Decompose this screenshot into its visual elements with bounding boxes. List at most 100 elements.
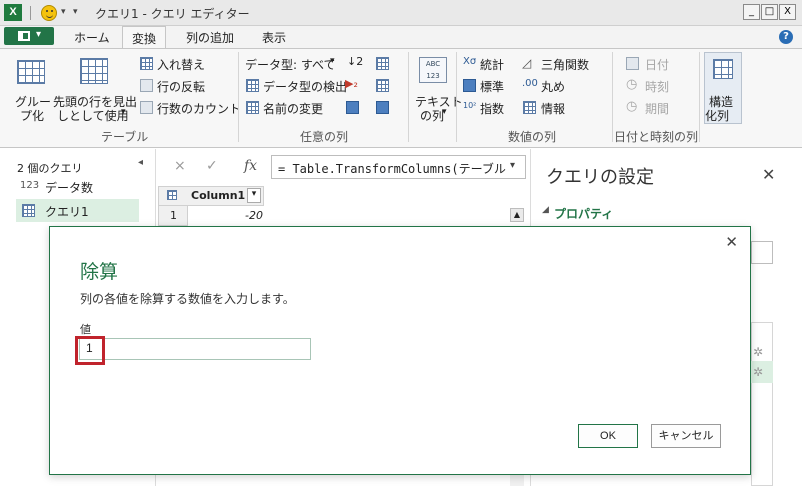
column-header[interactable]: Column1 <box>191 189 245 202</box>
dialog-description: 列の各値を除算する数値を入力します。 <box>80 292 295 306</box>
expand-triangle-icon: ◢ <box>542 205 549 215</box>
reverse-rows-button[interactable]: 行の反転 <box>157 78 205 95</box>
pivot-icon[interactable] <box>346 101 359 114</box>
close-window-button[interactable]: X <box>779 4 796 20</box>
clock-icon: ◷ <box>626 77 638 92</box>
toolbar-separator <box>30 6 31 20</box>
data-type-dropdown[interactable]: データ型: すべて <box>245 56 336 73</box>
row-number-cell: 1 <box>158 206 188 226</box>
time-button[interactable]: 時刻 <box>645 78 669 95</box>
unpivot-icon[interactable] <box>376 57 389 70</box>
title-bar: X ▾ ▾ クエリ1 - クエリ エディター _ □ X <box>0 0 802 26</box>
row-number: 1 <box>170 209 177 222</box>
fill-icon[interactable]: ▶₂ <box>345 77 358 90</box>
value-input[interactable]: 1 <box>79 338 311 360</box>
query-count: 2 個のクエリ <box>17 162 83 175</box>
accept-formula-icon[interactable]: ✓ <box>206 158 218 174</box>
cell-value[interactable]: -20 <box>245 209 263 222</box>
standard-icon <box>463 79 476 92</box>
file-tab[interactable]: ▾ <box>4 27 54 45</box>
ribbon-divider <box>408 52 409 142</box>
cancel-formula-icon[interactable]: × <box>174 158 186 174</box>
ribbon-divider <box>456 52 457 142</box>
query-item-data-count[interactable]: データ数 <box>45 179 93 196</box>
rename-button[interactable]: 名前の変更 <box>263 100 323 117</box>
query-item-query1[interactable]: クエリ1 <box>45 203 89 220</box>
replace-values-icon[interactable]: ↓2 <box>347 55 363 68</box>
tab-home[interactable]: ホーム <box>74 29 110 46</box>
table-icon <box>22 204 35 217</box>
tab-add-column[interactable]: 列の追加 <box>186 29 234 46</box>
standard-button[interactable]: 標準 <box>480 78 504 95</box>
use-first-row-label-2: しとして使用 <box>57 109 129 123</box>
information-icon <box>523 101 536 114</box>
count-rows-button[interactable]: 行数のカウント <box>157 100 241 117</box>
statistics-icon: Xσ <box>463 56 477 67</box>
reverse-rows-icon <box>140 79 153 92</box>
minimize-button[interactable]: _ <box>743 4 760 20</box>
close-icon[interactable]: ✕ <box>725 233 738 251</box>
ribbon-divider <box>699 52 700 142</box>
transpose-button[interactable]: 入れ替え <box>157 56 205 73</box>
chevron-down-icon: ▾ <box>121 107 126 117</box>
group-label-datetime-column: 日付と時刻の列 <box>614 130 699 144</box>
grid-header: Column1 ▾ <box>158 186 264 206</box>
scroll-up-button[interactable]: ▲ <box>510 208 524 222</box>
move-icon[interactable] <box>376 79 389 92</box>
scientific-button[interactable]: 指数 <box>480 100 504 117</box>
rename-icon <box>246 101 259 114</box>
number-query-icon: 123 <box>20 180 40 191</box>
help-icon[interactable]: ? <box>779 30 793 44</box>
duration-button[interactable]: 期間 <box>645 100 669 117</box>
file-menu-icon <box>18 31 30 41</box>
smiley-feedback-icon[interactable] <box>41 5 57 21</box>
settings-title: クエリの設定 <box>546 167 654 188</box>
expand-formula-icon[interactable]: ▾ <box>510 160 515 171</box>
properties-heading[interactable]: プロパティ <box>554 205 613 222</box>
cancel-button[interactable]: キャンセル <box>651 424 721 448</box>
detect-type-icon <box>246 79 259 92</box>
group-label-number-column: 数値の列 <box>508 130 557 144</box>
gear-icon[interactable]: ✲ <box>753 345 763 359</box>
statistics-button[interactable]: 統計 <box>480 56 504 73</box>
fx-icon[interactable]: fx <box>244 158 257 174</box>
qat-customize-icon[interactable]: ▾ <box>73 7 78 17</box>
chevron-down-icon: ▾ <box>442 107 447 117</box>
qat-dropdown-icon[interactable]: ▾ <box>61 7 66 17</box>
tab-transform[interactable]: 変換 <box>122 26 167 49</box>
ribbon-divider <box>612 52 613 142</box>
count-rows-icon <box>140 101 153 114</box>
detect-type-button[interactable]: データ型の検出 <box>263 78 347 95</box>
collapse-pane-icon[interactable]: ◂ <box>138 157 143 168</box>
scientific-icon: 10² <box>463 101 477 110</box>
transpose-icon <box>140 57 153 70</box>
rounding-icon: .00 <box>522 78 538 89</box>
gear-icon[interactable]: ✲ <box>753 365 763 379</box>
trigonometry-button[interactable]: 三角関数 <box>541 56 589 73</box>
text-column-label-2: の列 <box>420 109 445 123</box>
close-settings-icon[interactable]: ✕ <box>762 165 775 184</box>
ok-button[interactable]: OK <box>578 424 638 448</box>
formula-bar: × ✓ fx = Table.TransformColumns(テーブル ▾ <box>158 152 528 180</box>
information-button[interactable]: 情報 <box>541 100 565 117</box>
chevron-down-icon: ▾ <box>330 56 335 66</box>
maximize-button[interactable]: □ <box>761 4 778 20</box>
text-column-icon: ABC 123 <box>419 57 447 83</box>
group-by-label-2: プ化 <box>20 109 45 123</box>
use-first-row-icon <box>80 58 108 84</box>
value-field-label: 値 <box>80 323 91 336</box>
scrollbar-track[interactable] <box>510 475 524 486</box>
timer-icon: ◷ <box>626 99 638 114</box>
table-menu-icon[interactable] <box>167 190 177 200</box>
date-button[interactable]: 日付 <box>645 56 669 73</box>
convert-to-list-icon[interactable] <box>376 101 389 114</box>
name-field[interactable] <box>751 241 773 264</box>
ribbon-tab-bar <box>0 26 802 48</box>
column-filter-icon[interactable]: ▾ <box>247 188 261 203</box>
rounding-button[interactable]: 丸め <box>541 78 565 95</box>
ribbon-divider <box>238 52 239 142</box>
formula-input[interactable]: = Table.TransformColumns(テーブル <box>271 155 526 179</box>
tab-view[interactable]: 表示 <box>262 29 286 46</box>
dialog-title: 除算 <box>80 261 119 283</box>
divide-dialog: ✕ 除算 列の各値を除算する数値を入力します。 値 1 OK キャンセル <box>49 226 751 475</box>
